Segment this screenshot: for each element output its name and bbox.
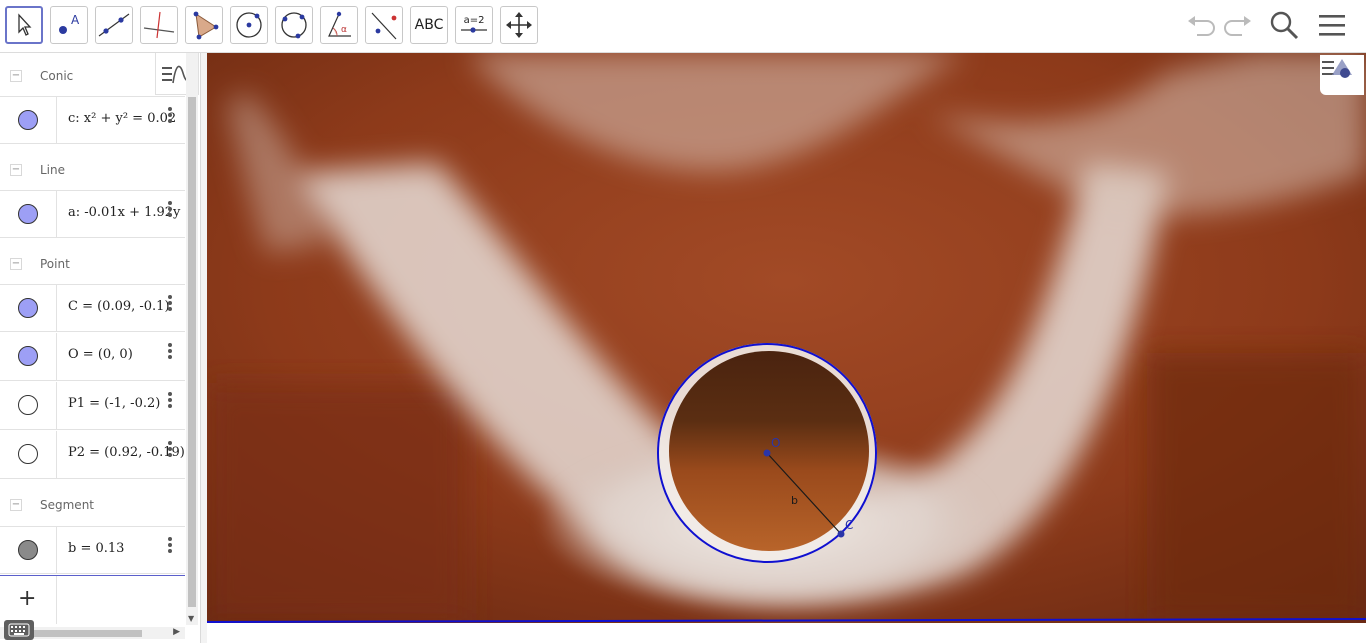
panel-divider[interactable] <box>200 53 207 643</box>
more-options-icon[interactable] <box>166 107 174 127</box>
more-options-icon[interactable] <box>166 392 174 412</box>
reflect-icon <box>371 12 397 40</box>
circle-center-point-tool-button[interactable] <box>230 6 268 44</box>
scroll-down-icon[interactable]: ▼ <box>188 614 194 623</box>
angle-tool-label: α <box>341 25 347 35</box>
visibility-marble[interactable] <box>18 395 38 415</box>
add-icon[interactable]: + <box>18 586 36 611</box>
move-graphics-tool-button[interactable] <box>500 6 538 44</box>
point-o[interactable] <box>763 449 771 457</box>
redo-button[interactable] <box>1219 6 1257 44</box>
polygon-icon <box>193 11 219 40</box>
algebra-view: − Conic c: x² + y² = 0.02 − Line a: -0.0… <box>0 53 200 643</box>
polygon-tool-button[interactable] <box>185 6 223 44</box>
more-options-icon[interactable] <box>166 201 174 221</box>
more-options-icon[interactable] <box>166 441 174 461</box>
perpendicular-icon <box>143 11 175 39</box>
algebra-item-P1[interactable]: P1 = (-1, -0.2) <box>0 382 185 430</box>
group-title: Point <box>40 257 70 271</box>
keyboard-button[interactable] <box>4 620 34 640</box>
group-title: Conic <box>40 69 74 83</box>
input-row[interactable]: + <box>0 575 185 624</box>
graphics-style-bar-icon <box>1322 59 1352 78</box>
point-tool-button[interactable]: A <box>50 6 88 44</box>
redo-icon <box>1224 16 1251 36</box>
segment-b-label: b <box>791 494 798 507</box>
menu-icon <box>1319 15 1345 36</box>
scroll-thumb[interactable] <box>188 97 196 607</box>
group-header-line[interactable]: − Line <box>0 147 185 193</box>
more-options-icon[interactable] <box>166 537 174 557</box>
slider-icon: a=2 <box>461 15 487 33</box>
toolbar: A α ABC a=2 <box>0 0 1366 53</box>
undo-button[interactable] <box>1182 6 1220 44</box>
arrow-cursor-icon <box>18 13 32 36</box>
angle-icon: α <box>328 11 351 37</box>
collapse-icon[interactable]: − <box>10 499 22 511</box>
algebra-vertical-scrollbar[interactable]: ▼ <box>186 53 198 625</box>
visibility-marble[interactable] <box>18 298 38 318</box>
collapse-icon[interactable]: − <box>10 164 22 176</box>
perpendicular-line-tool-button[interactable] <box>140 6 178 44</box>
text-tool-button[interactable]: ABC <box>410 6 448 44</box>
line-tool-button[interactable] <box>95 6 133 44</box>
point-o-label: O <box>771 436 780 450</box>
slider-tool-label: a=2 <box>464 15 485 26</box>
graphics-view[interactable]: O C b <box>207 53 1366 623</box>
group-header-point[interactable]: − Point <box>0 241 185 287</box>
search-icon <box>1270 11 1299 40</box>
move-arrows-icon <box>506 12 532 38</box>
circle-three-points-icon <box>281 12 307 39</box>
algebra-item-C[interactable]: C = (0.09, -0.1) <box>0 284 185 332</box>
group-title: Line <box>40 163 66 177</box>
move-tool-button[interactable] <box>5 6 43 44</box>
reflect-tool-button[interactable] <box>365 6 403 44</box>
menu-button[interactable] <box>1313 6 1351 44</box>
scroll-thumb[interactable] <box>30 630 142 637</box>
group-title: Segment <box>40 498 94 512</box>
point-c[interactable] <box>837 530 845 538</box>
graphics-canvas[interactable]: O C b <box>207 53 1366 623</box>
circle-three-points-tool-button[interactable] <box>275 6 313 44</box>
undo-icon <box>1188 16 1215 36</box>
text-icon: ABC <box>414 17 444 33</box>
slider-tool-button[interactable]: a=2 <box>455 6 493 44</box>
collapse-icon[interactable]: − <box>10 70 22 82</box>
algebra-item-b[interactable]: b = 0.13 <box>0 526 185 574</box>
collapse-icon[interactable]: − <box>10 258 22 270</box>
point-a-icon: A <box>59 13 80 34</box>
line-through-points-icon <box>98 13 130 37</box>
scroll-right-icon[interactable]: ▶ <box>173 627 180 637</box>
more-options-icon[interactable] <box>166 343 174 363</box>
visibility-marble[interactable] <box>18 346 38 366</box>
visibility-marble[interactable] <box>18 110 38 130</box>
search-button[interactable] <box>1265 6 1303 44</box>
graphics-style-bar-toggle[interactable] <box>1320 55 1364 95</box>
more-options-icon[interactable] <box>166 295 174 315</box>
visibility-marble[interactable] <box>18 540 38 560</box>
algebra-item-P2[interactable]: P2 = (0.92, -0.19) <box>0 431 185 479</box>
visibility-marble[interactable] <box>18 204 38 224</box>
group-header-segment[interactable]: − Segment <box>0 482 185 528</box>
keyboard-icon <box>8 623 30 637</box>
algebra-item-a[interactable]: a: -0.01x + 1.92y = <box>0 190 185 238</box>
visibility-marble[interactable] <box>18 444 38 464</box>
point-c-label: C <box>845 518 853 532</box>
point-tool-label: A <box>71 13 80 27</box>
algebra-item-c[interactable]: c: x² + y² = 0.02 <box>0 96 185 144</box>
circle-center-icon <box>236 12 262 38</box>
algebra-item-O[interactable]: O = (0, 0) <box>0 333 185 381</box>
angle-tool-button[interactable]: α <box>320 6 358 44</box>
